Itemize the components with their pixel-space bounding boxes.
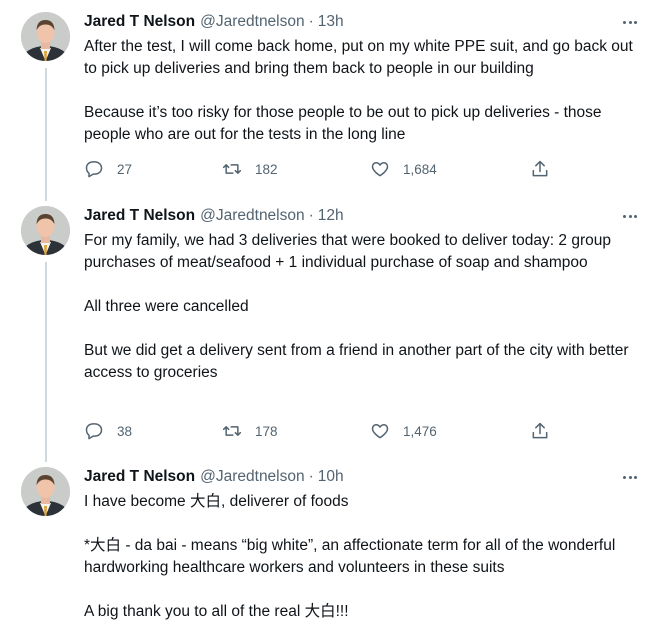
author-name[interactable]: Jared T Nelson	[84, 468, 195, 486]
tweet-paragraph: All three were cancelled	[84, 298, 249, 315]
avatar[interactable]	[21, 12, 70, 61]
retweet-icon	[222, 164, 242, 174]
author-name[interactable]: Jared T Nelson	[84, 13, 195, 31]
like-count: 1,476	[403, 423, 437, 439]
separator: ·	[308, 13, 314, 30]
reply-icon	[85, 161, 103, 178]
retweet-count: 178	[255, 423, 278, 439]
tweet-paragraph: I have become 大白, deliverer of foods	[84, 493, 349, 510]
reply-count: 27	[117, 161, 133, 177]
like-count: 1,684	[403, 161, 437, 177]
reply-button[interactable]: 38	[84, 420, 132, 442]
more-icon[interactable]	[620, 14, 640, 30]
retweet-count: 182	[255, 161, 278, 177]
separator: ·	[308, 207, 314, 224]
heart-icon	[371, 162, 389, 177]
author-name[interactable]: Jared T Nelson	[84, 207, 195, 225]
tweet-paragraph: *大白 - da bai - means “big white”, an aff…	[84, 537, 616, 576]
retweet-button[interactable]: 182	[222, 158, 278, 180]
tweet-paragraph: A big thank you to all of the real 大白!!!	[84, 603, 349, 620]
reply-count: 38	[117, 423, 133, 439]
share-button[interactable]	[530, 420, 550, 442]
like-button[interactable]: 1,684	[370, 158, 437, 180]
action-bar: 27 182 1,684	[84, 158, 564, 180]
tweet-paragraph: But we did get a delivery sent from a fr…	[84, 342, 629, 381]
reply-button[interactable]: 27	[84, 158, 132, 180]
retweet-icon	[222, 426, 242, 436]
action-bar: 38 178 1,476	[84, 420, 564, 442]
tweet-text: I have become 大白, deliverer of foods *大白…	[84, 491, 644, 623]
tweet-text: For my family, we had 3 deliveries that …	[84, 230, 644, 384]
like-button[interactable]: 1,476	[370, 420, 437, 442]
author-handle[interactable]: @Jaredtnelson	[200, 207, 305, 225]
share-icon	[532, 160, 548, 177]
thread-line	[45, 262, 47, 462]
tweet-text: After the test, I will come back home, p…	[84, 36, 644, 146]
share-button[interactable]	[530, 158, 550, 180]
more-icon[interactable]	[620, 469, 640, 485]
timestamp[interactable]: 13h	[318, 13, 344, 31]
heart-icon	[371, 424, 389, 439]
tweet-paragraph: After the test, I will come back home, p…	[84, 38, 633, 77]
timestamp[interactable]: 10h	[318, 468, 344, 486]
avatar[interactable]	[21, 206, 70, 255]
avatar[interactable]	[21, 467, 70, 516]
share-icon	[532, 422, 548, 439]
separator: ·	[308, 468, 314, 485]
more-icon[interactable]	[620, 208, 640, 224]
thread-line	[45, 68, 47, 201]
author-handle[interactable]: @Jaredtnelson	[200, 468, 305, 486]
tweet-paragraph: For my family, we had 3 deliveries that …	[84, 232, 611, 271]
reply-icon	[85, 423, 103, 440]
author-handle[interactable]: @Jaredtnelson	[200, 13, 305, 31]
timestamp[interactable]: 12h	[318, 207, 344, 225]
retweet-button[interactable]: 178	[222, 420, 278, 442]
tweet-paragraph: Because it’s too risky for those people …	[84, 104, 602, 143]
